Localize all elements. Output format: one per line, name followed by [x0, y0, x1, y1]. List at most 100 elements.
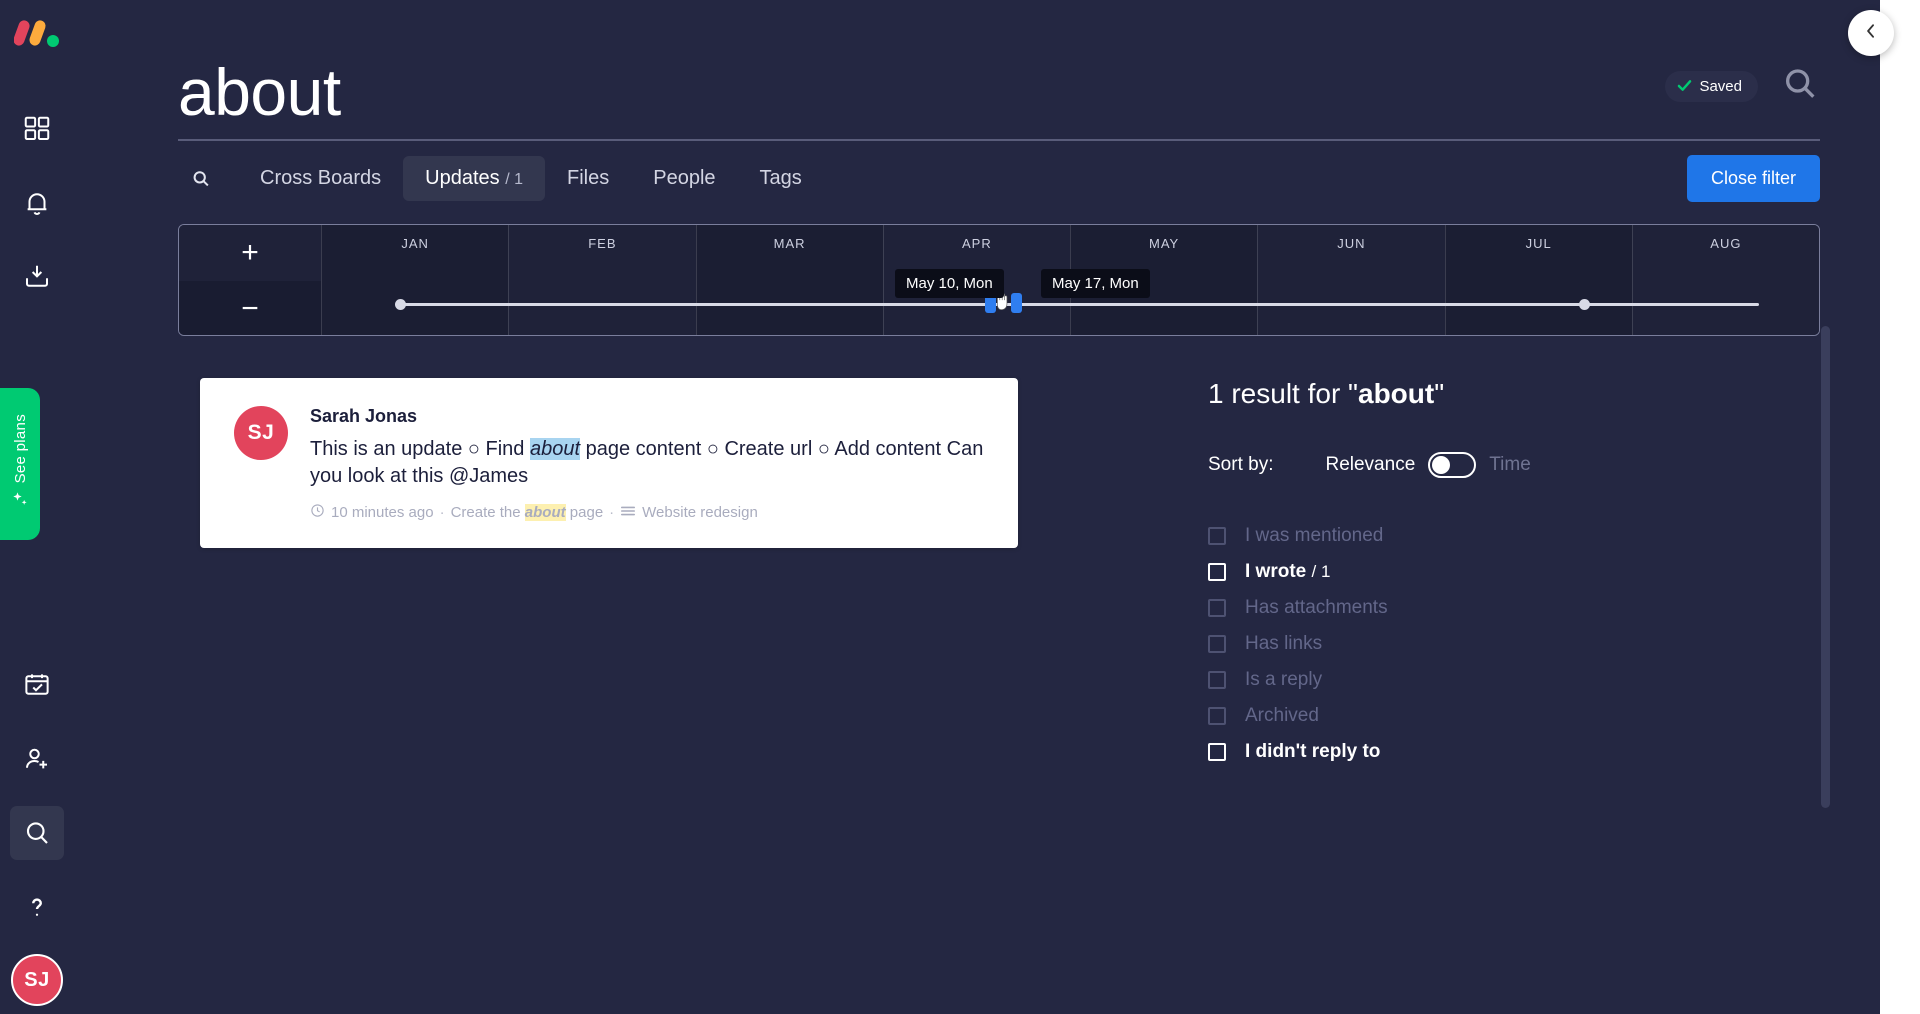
calendar-check-icon[interactable] — [0, 648, 74, 722]
filter-i-wrote[interactable]: I wrote / 1 — [1208, 554, 1820, 590]
see-plans-button[interactable]: See plans — [0, 388, 40, 540]
see-plans-label: See plans — [11, 413, 29, 484]
checkbox[interactable] — [1208, 563, 1226, 582]
sort-option-time[interactable]: Time — [1489, 454, 1531, 476]
timeline-range-start-tooltip: May 10, Mon — [895, 269, 1004, 299]
timeline-zoom-out-button[interactable]: − — [179, 281, 321, 336]
header-actions: Saved — [1665, 64, 1820, 127]
meta-separator: · — [609, 504, 615, 522]
header-search-icon[interactable] — [1780, 64, 1820, 109]
timeline-month-label: FEB — [588, 236, 617, 252]
timeline-range-end-tooltip: May 17, Mon — [1041, 269, 1150, 299]
sort-toggle[interactable] — [1428, 452, 1477, 479]
saved-badge[interactable]: Saved — [1665, 71, 1758, 103]
timeline-month-label: MAY — [1149, 236, 1180, 252]
checkbox[interactable] — [1208, 671, 1226, 690]
tab-label: Tags — [759, 167, 802, 190]
invite-user-icon[interactable] — [0, 722, 74, 796]
inbox-icon[interactable] — [0, 240, 74, 314]
timeline-month-label: JAN — [401, 236, 429, 252]
collapse-panel-button[interactable] — [1848, 10, 1894, 56]
tabs-row: Cross Boards Updates / 1 Files People Ta… — [178, 155, 1820, 203]
sort-label: Sort by: — [1208, 454, 1274, 476]
checkbox[interactable] — [1208, 635, 1226, 654]
result-count-term: about — [1358, 378, 1435, 410]
dashboard-icon[interactable] — [0, 92, 74, 166]
tab-count: / 1 — [505, 171, 524, 189]
check-icon — [1677, 79, 1692, 94]
update-text: This is an update ○ Find about page cont… — [310, 436, 984, 489]
filter-i-was-mentioned[interactable]: I was mentioned — [1208, 518, 1820, 554]
timeline-month-label: MAR — [773, 236, 806, 252]
filter-label: Archived — [1245, 705, 1319, 727]
clock-icon — [310, 503, 325, 522]
filter-label: Has attachments — [1245, 597, 1388, 619]
sort-row: Sort by: Relevance Time — [1208, 452, 1820, 479]
vertical-scrollbar[interactable] — [1821, 326, 1830, 809]
board-icon — [620, 504, 636, 522]
avatar: SJ — [234, 406, 288, 461]
filter-label: I was mentioned — [1245, 525, 1384, 547]
timeline-month-label: AUG — [1710, 236, 1742, 252]
chevron-left-icon — [1861, 21, 1881, 46]
filter-label: I wrote / 1 — [1245, 561, 1330, 583]
checkbox[interactable] — [1208, 527, 1226, 546]
timeline-track-start-dot[interactable] — [395, 299, 406, 311]
toggle-knob — [1432, 456, 1451, 475]
search-icon — [10, 806, 64, 860]
filter-label: Has links — [1245, 633, 1323, 655]
bell-icon[interactable] — [0, 166, 74, 240]
saved-badge-label: Saved — [1699, 78, 1742, 96]
item-suffix: page — [565, 504, 604, 522]
tab-files[interactable]: Files — [545, 156, 631, 201]
avatar-initials: SJ — [24, 968, 50, 991]
sort-option-relevance[interactable]: Relevance — [1325, 454, 1415, 476]
tab-updates[interactable]: Updates / 1 — [403, 156, 546, 202]
filter-has-attachments[interactable]: Has attachments — [1208, 590, 1820, 626]
timeline-track[interactable] — [401, 303, 1759, 307]
search-term-highlight: about — [529, 438, 581, 461]
filter-i-didnt-reply-to[interactable]: I didn't reply to — [1208, 734, 1820, 770]
tab-people[interactable]: People — [631, 156, 737, 201]
page-title: about — [178, 55, 341, 129]
sidebar-item-search[interactable] — [0, 796, 74, 870]
app-root: See plans SJ about Saved Cross Boards Up… — [0, 0, 1920, 1014]
filter-archived[interactable]: Archived — [1208, 698, 1820, 734]
timeline-month-label: JUL — [1525, 236, 1552, 252]
timeline-zoom-controls: + − — [179, 225, 321, 336]
timeline-month-label: APR — [962, 236, 992, 252]
avatar[interactable]: SJ — [11, 954, 63, 1006]
checkbox[interactable] — [1208, 743, 1226, 762]
result-count-prefix: 1 result for " — [1208, 378, 1358, 410]
filter-is-a-reply[interactable]: Is a reply — [1208, 662, 1820, 698]
filter-label: Is a reply — [1245, 669, 1323, 691]
filter-has-links[interactable]: Has links — [1208, 626, 1820, 662]
timeline-zoom-in-button[interactable]: + — [179, 225, 321, 282]
tab-search-icon[interactable] — [178, 157, 224, 201]
help-icon[interactable] — [0, 870, 74, 944]
sparkle-icon — [10, 489, 30, 514]
main-content: about Saved Cross Boards Updates / 1 Fil… — [74, 0, 1880, 1014]
results-body: SJ Sarah Jonas This is an update ○ Find … — [178, 326, 1830, 809]
header-row: about Saved — [178, 0, 1820, 127]
tab-cross-boards[interactable]: Cross Boards — [238, 156, 403, 201]
item-term-highlight: about — [524, 504, 566, 522]
sort-toggle-group: Relevance Time — [1325, 452, 1531, 479]
filter-checkbox-list: I was mentioned I wrote / 1 Has attachme… — [1208, 518, 1820, 770]
update-item-link[interactable]: Create the about page — [451, 504, 604, 522]
update-result-card[interactable]: SJ Sarah Jonas This is an update ○ Find … — [200, 378, 1018, 549]
tab-tags[interactable]: Tags — [738, 156, 824, 201]
checkbox[interactable] — [1208, 707, 1226, 726]
timeline-track-end-dot[interactable] — [1579, 299, 1590, 311]
title-divider — [178, 139, 1820, 142]
monday-logo[interactable] — [13, 16, 60, 48]
timeline-filter[interactable]: + − JAN FEB MAR APR MAY JUN JUL AUG May … — [178, 224, 1820, 337]
tab-label: Updates — [425, 167, 500, 190]
result-count-suffix: " — [1434, 378, 1445, 410]
tab-label: People — [653, 167, 716, 190]
update-board-link[interactable]: Website redesign — [642, 504, 758, 521]
checkbox[interactable] — [1208, 599, 1226, 618]
rail-bottom-icons: SJ — [0, 648, 74, 1006]
close-filter-button[interactable]: Close filter — [1686, 155, 1820, 203]
left-rail: See plans SJ — [0, 0, 74, 1014]
